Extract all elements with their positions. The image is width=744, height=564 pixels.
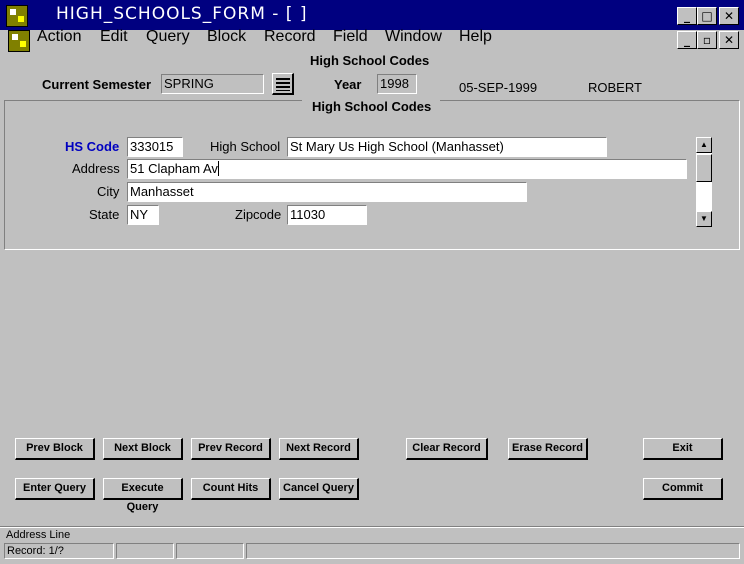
menu-query[interactable]: Query [146, 28, 190, 46]
erase-record-button[interactable]: Erase Record [508, 438, 588, 460]
commit-button[interactable]: Commit [643, 478, 723, 500]
current-user: ROBERT [588, 80, 642, 95]
address-label: Address [72, 161, 120, 176]
scroll-thumb[interactable] [696, 154, 712, 182]
status-record: Record: 1/? [4, 543, 114, 559]
status-hint: Address Line [6, 529, 71, 541]
prev-block-button[interactable]: Prev Block [15, 438, 95, 460]
menu-edit[interactable]: Edit [100, 28, 128, 46]
scroll-down-icon[interactable]: ▼ [696, 211, 712, 227]
prev-record-button[interactable]: Prev Record [191, 438, 271, 460]
status-cell-3 [176, 543, 244, 559]
hs-code-field[interactable]: 333015 [127, 137, 183, 157]
year-label: Year [334, 77, 362, 92]
high-school-label: High School [210, 139, 281, 154]
exit-button[interactable]: Exit [643, 438, 723, 460]
close-icon[interactable]: ✕ [719, 7, 739, 25]
minimize-icon[interactable]: _ [677, 7, 697, 25]
menu-record[interactable]: Record [264, 28, 316, 46]
count-hits-button[interactable]: Count Hits [191, 478, 271, 500]
address-value: 51 Clapham Av [130, 161, 218, 176]
menu-block[interactable]: Block [207, 28, 246, 46]
address-field[interactable]: 51 Clapham Av [127, 159, 687, 179]
status-cell-4 [246, 543, 740, 559]
doc-minimize-icon[interactable]: _ [677, 31, 697, 49]
current-semester-field[interactable]: SPRING [161, 74, 264, 94]
year-field[interactable]: 1998 [377, 74, 417, 94]
doc-close-icon[interactable]: ✕ [719, 31, 739, 49]
state-label: State [89, 207, 120, 222]
current-semester-label: Current Semester [42, 77, 152, 92]
scroll-up-icon[interactable]: ▲ [696, 137, 712, 153]
menu-window[interactable]: Window [385, 28, 442, 46]
header-block-title: High School Codes [310, 53, 430, 68]
execute-query-button[interactable]: Execute Query [103, 478, 183, 513]
menu-field[interactable]: Field [333, 28, 368, 46]
menu-action[interactable]: Action [37, 28, 81, 46]
semester-list-button[interactable] [272, 73, 294, 95]
app-icon[interactable] [6, 5, 28, 27]
high-school-field[interactable]: St Mary Us High School (Manhasset) [287, 137, 607, 157]
menu-help[interactable]: Help [459, 28, 492, 46]
list-icon [276, 78, 290, 91]
title-bar: HIGH_SCHOOLS_FORM - [ ] _ □ ✕ [0, 0, 744, 30]
current-date: 05-SEP-1999 [459, 80, 538, 95]
record-section-title: High School Codes [312, 99, 432, 114]
enter-query-button[interactable]: Enter Query [15, 478, 95, 500]
hs-code-label: HS Code [65, 139, 120, 154]
cancel-query-button[interactable]: Cancel Query [279, 478, 359, 500]
status-cell-2 [116, 543, 174, 559]
zipcode-label: Zipcode [235, 207, 282, 222]
clear-record-button[interactable]: Clear Record [406, 438, 488, 460]
document-icon[interactable] [8, 30, 30, 52]
state-field[interactable]: NY [127, 205, 159, 225]
next-block-button[interactable]: Next Block [103, 438, 183, 460]
maximize-icon[interactable]: □ [697, 7, 717, 25]
zipcode-field[interactable]: 11030 [287, 205, 367, 225]
window-title: HIGH_SCHOOLS_FORM - [ ] [56, 4, 308, 24]
city-label: City [97, 184, 120, 199]
city-field[interactable]: Manhasset [127, 182, 527, 202]
next-record-button[interactable]: Next Record [279, 438, 359, 460]
doc-restore-icon[interactable]: ▫ [697, 31, 717, 49]
